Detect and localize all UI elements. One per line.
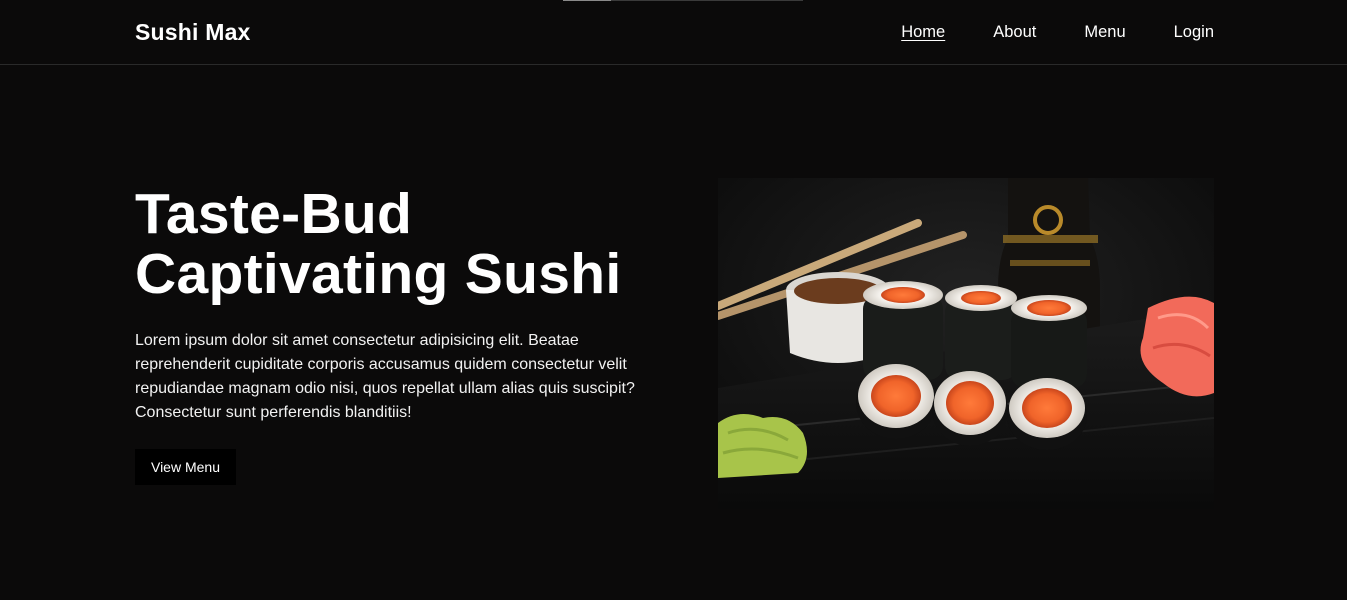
brand-logo[interactable]: Sushi Max bbox=[135, 19, 251, 46]
site-header: Sushi Max Home About Menu Login bbox=[0, 0, 1347, 65]
hero-title: Taste-Bud Captivating Sushi bbox=[135, 182, 622, 306]
nav-menu-link[interactable]: Menu bbox=[1084, 22, 1125, 42]
nav-home-link[interactable]: Home bbox=[901, 22, 945, 42]
nav-about-link[interactable]: About bbox=[993, 22, 1036, 42]
nav-login-link[interactable]: Login bbox=[1174, 22, 1214, 42]
hero-sushi-image bbox=[718, 178, 1214, 509]
view-menu-button[interactable]: View Menu bbox=[135, 449, 236, 485]
main-nav: Home About Menu Login bbox=[901, 22, 1214, 42]
hero-description: Lorem ipsum dolor sit amet consectetur a… bbox=[135, 332, 635, 421]
